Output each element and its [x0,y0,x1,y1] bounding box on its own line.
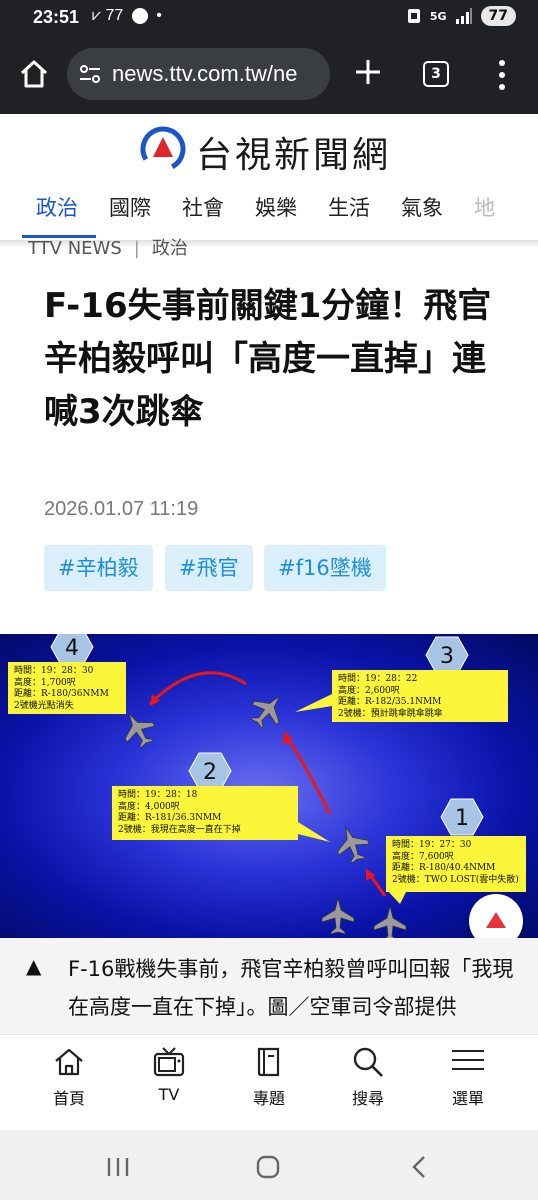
address-bar[interactable]: news.ttv.com.tw/ne [67,48,330,100]
site-settings-icon[interactable] [79,64,101,84]
nav-label: 專題 [252,1089,285,1108]
nav-menu[interactable]: 選單 [428,1045,508,1109]
search-icon [353,1047,383,1077]
tab-entertainment[interactable]: 娛樂 [255,192,297,222]
nav-label: 搜尋 [351,1089,384,1108]
back-icon[interactable] [408,1154,430,1180]
path-arrow [148,671,247,706]
article-date: 2026.01.07 11:19 [44,498,199,520]
browser-toolbar: news.ttv.com.tw/ne 3 [0,36,538,114]
nav-label: 首頁 [52,1089,85,1108]
system-nav-bar [0,1130,538,1200]
nav-search[interactable]: 搜尋 [328,1045,408,1109]
jet-icon [250,695,280,729]
callout-3: 時間：19：28：22 高度：2,600呎 距離：R-182/35.1NMM 2… [332,670,508,722]
tag-chip[interactable]: #飛官 [165,545,253,591]
callout-2: 時間：19：28：18 高度：4,000呎 距離：R-181/36.3NMM 2… [112,786,298,840]
caption-text: F-16戰機失事前，飛官辛柏毅曾呼叫回報「我現在高度一直在下掉」。圖／空軍司令部… [68,957,514,1019]
url-text: news.ttv.com.tw/ne [112,61,298,86]
new-tab-icon[interactable] [350,54,386,90]
tab-switcher-button[interactable]: 3 [423,61,449,87]
callout-pointer [295,694,332,712]
callout-line: 2號機：我現在高度一直在下掉 [118,824,241,835]
home-icon[interactable] [18,58,50,90]
download-done-icon: ⩗ [92,7,102,24]
callout-line: 距離：R-182/35.1NMM [338,697,442,707]
status-right: 5G 77 [406,6,516,26]
callout-line: 距離：R-180/40.4NMM [392,863,496,873]
nav-label: 選單 [451,1089,484,1108]
callout-line: 距離：R-181/36.3NMM [118,813,222,823]
marker-1: 1 [440,798,484,836]
caption-marker-icon: ▲ [26,954,42,978]
nav-home[interactable]: 首頁 [29,1045,109,1109]
network-label: 5G [429,9,447,23]
recents-icon[interactable] [105,1156,131,1178]
line-app-icon [131,7,148,24]
callout-4: 時間：19：28：30 高度：1,700呎 距離：R-180/36NMM 2號機… [8,662,126,714]
callout-line: 高度：4,000呎 [118,801,180,812]
home-button-icon[interactable] [255,1154,281,1180]
tab-politics[interactable]: 政治 [36,192,78,222]
dot-icon: • [156,7,162,24]
callout-line: 高度：2,600呎 [338,685,400,696]
callout-1: 時間：19：27：30 高度：7,600呎 距離：R-180/40.4NMM 2… [386,836,526,892]
callout-pointer [298,822,330,842]
callout-line: 距離：R-180/36NMM [14,689,109,699]
ttv-logo-icon[interactable] [140,126,186,172]
callout-line: 時間：19：28：18 [118,790,198,800]
marker-3: 3 [425,636,469,674]
breadcrumb-section[interactable]: 政治 [152,238,188,259]
jet-icon [337,826,370,864]
marker-number: 3 [440,644,454,669]
more-menu-icon[interactable] [492,58,512,92]
breadcrumb: TTV NEWS | 政治 [28,234,188,260]
article-headline: F-16失事前關鍵1分鐘！飛官辛柏毅呼叫「高度一直掉」連喊3次跳傘 [44,286,492,432]
bottom-nav: 首頁 TV 專題 搜尋 選單 [0,1034,538,1131]
callout-line: 時間：19：28：30 [14,666,94,676]
callout-line: 2號機光點消失 [14,700,74,711]
home-icon [55,1048,83,1076]
status-time: 23:51 [33,7,80,27]
status-bar: 23:51 ⩗ 77 • 5G 77 [0,0,538,36]
tab-international[interactable]: 國際 [109,192,151,222]
marker-number: 1 [455,806,469,831]
tag-chip[interactable]: #f16墜機 [264,545,386,591]
menu-icon [452,1050,484,1070]
tab-society[interactable]: 社會 [182,192,224,222]
tv-icon [153,1047,185,1077]
marker-2: 2 [188,752,232,790]
nav-tv[interactable]: TV [129,1045,209,1104]
book-icon [257,1047,280,1077]
callout-line: 時間：19：28：22 [338,674,418,684]
tab-weather[interactable]: 氣象 [401,192,443,222]
site-title[interactable]: 台視新聞網 [196,126,391,178]
nav-label: TV [158,1085,180,1104]
breadcrumb-source[interactable]: TTV NEWS [28,238,122,259]
marker-number: 2 [203,760,217,785]
notification-count: 77 [105,7,124,24]
callout-line: 2號機：TWO LOST(雲中失散) [392,874,519,885]
callout-line: 時間：19：27：30 [392,840,472,850]
callout-line: 高度：1,700呎 [14,677,76,688]
jet-icon [321,897,355,935]
image-caption: ▲ F-16戰機失事前，飛官辛柏毅曾呼叫回報「我現在高度一直在下掉」。圖／空軍司… [0,938,538,1034]
category-tabs: 政治 國際 社會 娛樂 生活 氣象 地 [0,188,538,240]
callout-line: 2號機：預計跳傘跳傘跳傘 [338,708,443,719]
signal-icon [455,8,472,24]
callout-line: 高度：7,600呎 [392,851,454,862]
breadcrumb-separator: | [133,238,140,259]
tag-chip[interactable]: #辛柏毅 [44,545,153,591]
tab-local[interactable]: 地 [474,192,495,222]
sim-icon [407,9,420,23]
jet-icon [373,905,407,938]
tab-life[interactable]: 生活 [328,192,370,222]
status-notifications: ⩗ 77 • [92,7,162,25]
article-image: 4 3 2 1 時間：19：28：30 高度：1,700呎 距離：R-180/3… [0,634,538,938]
marker-number: 4 [65,636,79,661]
nav-features[interactable]: 專題 [229,1045,309,1109]
battery-indicator: 77 [480,6,516,26]
